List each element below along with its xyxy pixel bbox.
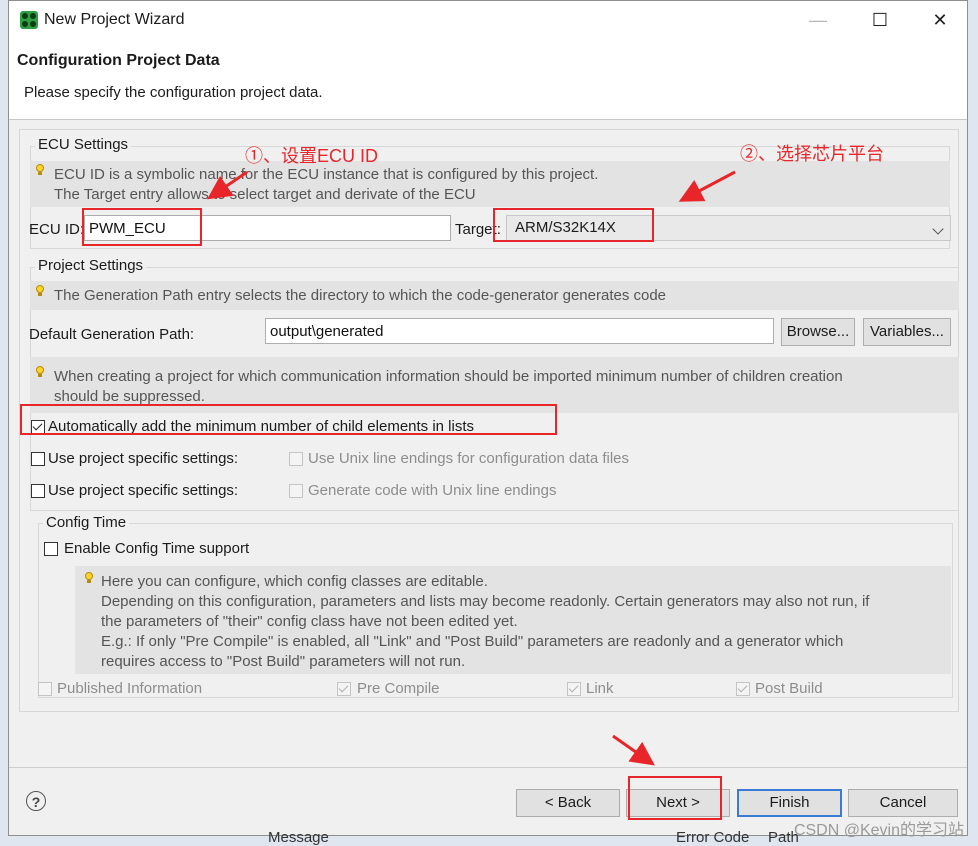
published-info-checkbox[interactable] [38, 682, 52, 696]
close-button[interactable]: ✕ [911, 1, 967, 39]
back-button[interactable]: < Back [516, 789, 620, 817]
pre-compile-label: Pre Compile [357, 680, 440, 697]
lightbulb-icon [35, 285, 45, 297]
unix-endings-checkbox[interactable] [289, 452, 303, 466]
minimize-button[interactable]: — [789, 1, 847, 39]
annotation-step1: ①、设置ECU ID [245, 146, 379, 166]
gen-unix-label: Generate code with Unix line endings [308, 482, 557, 499]
post-build-checkbox[interactable] [736, 682, 750, 696]
annotation-box-ecu-id [82, 208, 202, 246]
config-hint-line4: E.g.: If only "Pre Compile" is enabled, … [101, 633, 844, 650]
use-specific-label-2: Use project specific settings: [48, 482, 239, 499]
published-info-label: Published Information [57, 680, 203, 697]
maximize-button[interactable]: ☐ [851, 1, 909, 39]
ecu-hint-line2: The Target entry allows to select target… [54, 186, 476, 203]
finish-button[interactable]: Finish [737, 789, 842, 817]
config-time-group: Enable Config Time support Here you can … [38, 523, 953, 698]
app-logo-icon [20, 11, 38, 29]
window-title: New Project Wizard [44, 11, 185, 28]
annotation-box-auto-add [20, 404, 557, 435]
annotation-box-next [628, 776, 722, 820]
unix-endings-label: Use Unix line endings for configuration … [308, 450, 630, 467]
chevron-down-icon [932, 223, 944, 235]
enable-config-time-label: Enable Config Time support [64, 540, 250, 557]
config-hint-line5: requires access to "Post Build" paramete… [101, 653, 466, 670]
gen-path-input[interactable] [265, 318, 774, 344]
config-time-hint-box: Here you can configure, which config cla… [75, 566, 951, 674]
page-title: Configuration Project Data [17, 52, 220, 69]
project-settings-title: Project Settings [35, 257, 147, 274]
project-settings-group: The Generation Path entry selects the di… [29, 267, 959, 511]
browse-button[interactable]: Browse... [781, 318, 855, 346]
use-specific-checkbox-2[interactable] [31, 484, 45, 498]
ecu-id-label: ECU ID: [29, 221, 85, 238]
page-description: Please specify the configuration project… [24, 84, 323, 101]
cancel-button[interactable]: Cancel [848, 789, 958, 817]
lightbulb-icon [84, 572, 94, 584]
use-specific-checkbox-1[interactable] [31, 452, 45, 466]
gen-unix-checkbox[interactable] [289, 484, 303, 498]
lightbulb-icon [35, 366, 45, 378]
annotation-box-target [493, 208, 654, 242]
wizard-header: Configuration Project Data Please specif… [9, 39, 967, 120]
ecu-hint-box: ECU ID is a symbolic name for the ECU in… [30, 161, 950, 207]
link-checkbox[interactable] [567, 682, 581, 696]
bg-message-column: Message [268, 829, 329, 846]
help-icon[interactable]: ? [26, 791, 46, 811]
config-hint-line1: Here you can configure, which config cla… [101, 573, 488, 590]
config-time-title: Config Time [43, 514, 130, 531]
title-bar: New Project Wizard — ☐ ✕ [9, 1, 967, 39]
config-hint-line3: the parameters of "their" config class h… [101, 613, 518, 630]
enable-config-time-checkbox[interactable] [44, 542, 58, 556]
link-label: Link [586, 680, 614, 697]
use-specific-label-1: Use project specific settings: [48, 450, 239, 467]
variables-button[interactable]: Variables... [863, 318, 951, 346]
bg-error-code-column: Error Code [676, 829, 750, 846]
ecu-hint-line1: ECU ID is a symbolic name for the ECU in… [54, 166, 599, 183]
lightbulb-icon [35, 164, 45, 176]
config-hint-line2: Depending on this configuration, paramet… [101, 593, 870, 610]
footer-separator [9, 767, 967, 768]
children-hint-line1: When creating a project for which commun… [54, 368, 843, 385]
annotation-step2: ②、选择芯片平台 [740, 144, 884, 164]
watermark: CSDN @Kevin的学习站 [793, 822, 964, 839]
gen-path-label: Default Generation Path: [29, 326, 195, 343]
ecu-settings-title: ECU Settings [35, 136, 132, 153]
post-build-label: Post Build [755, 680, 823, 697]
gen-path-hint-box: The Generation Path entry selects the di… [30, 281, 959, 310]
gen-path-hint-text: The Generation Path entry selects the di… [54, 287, 667, 304]
pre-compile-checkbox[interactable] [337, 682, 351, 696]
